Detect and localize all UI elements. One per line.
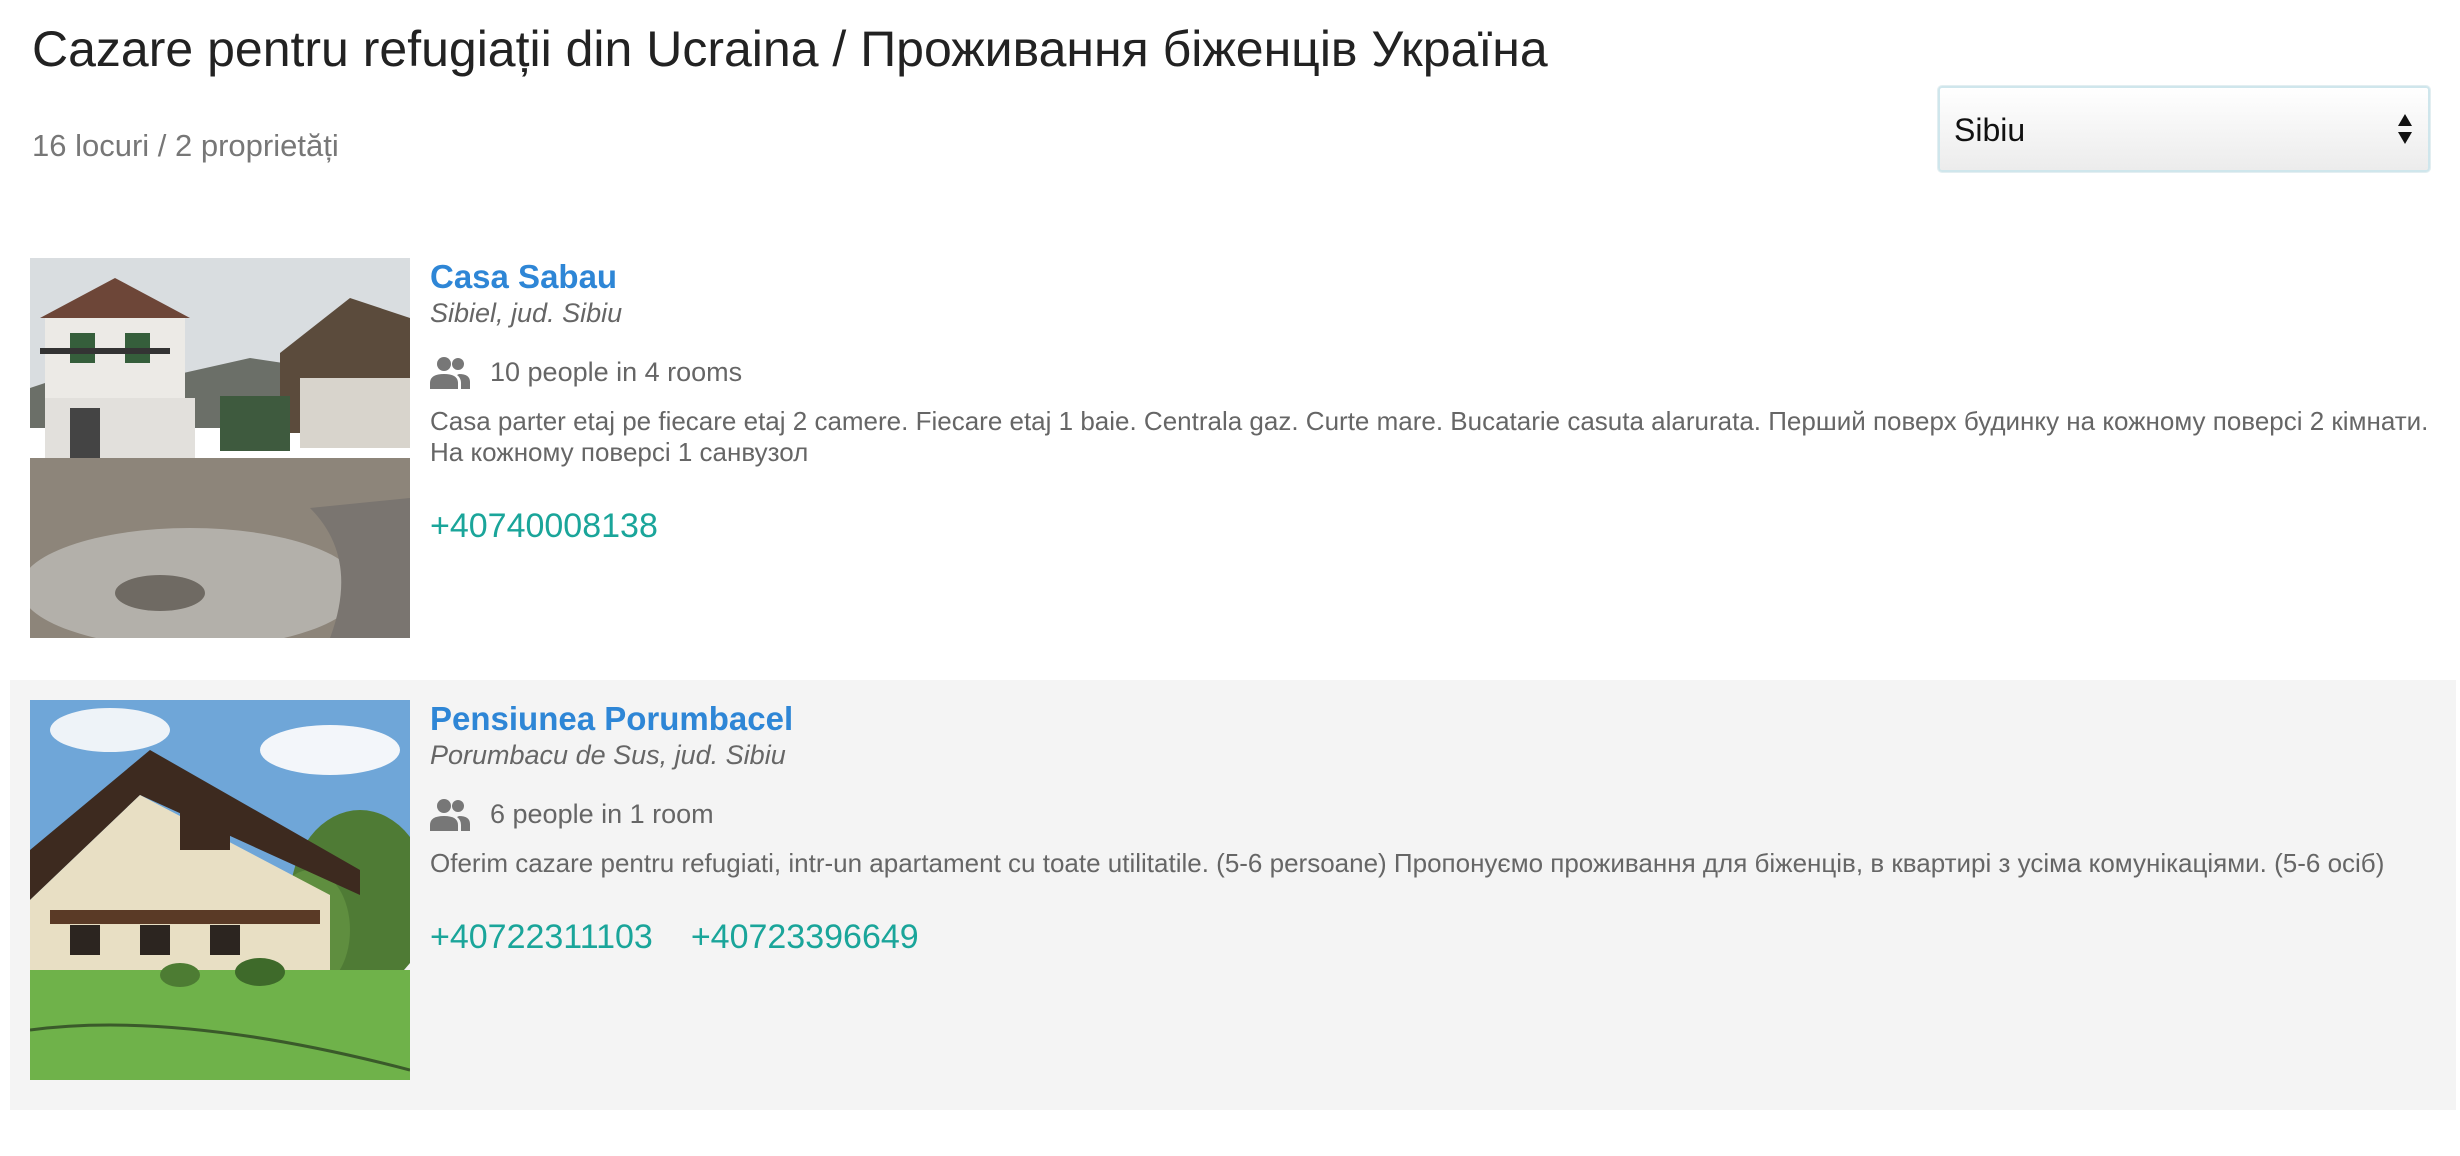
city-select[interactable]: Sibiu xyxy=(1938,86,2430,172)
select-arrows-icon xyxy=(2398,114,2412,148)
people-icon xyxy=(430,799,470,831)
phone-link[interactable]: +40722311103 xyxy=(430,917,653,957)
property-location: Sibiel, jud. Sibiu xyxy=(430,298,623,328)
capacity: 6 people in 1 room xyxy=(430,792,2436,836)
page: Cazare pentru refugiații din Ucraina / П… xyxy=(0,0,2460,1156)
property-name-link[interactable]: Pensiunea Porumbacel xyxy=(430,700,793,738)
people-icon xyxy=(430,357,470,389)
capacity: 10 people in 4 rooms xyxy=(430,350,2436,394)
property-description: Oferim cazare pentru refugiati, intr-un … xyxy=(430,848,2385,878)
phone-link[interactable]: +40740008138 xyxy=(430,506,658,546)
capacity-text: 10 people in 4 rooms xyxy=(490,356,743,387)
places-summary: 16 locuri / 2 proprietăți xyxy=(32,128,339,163)
property-location: Porumbacu de Sus, jud. Sibiu xyxy=(430,740,786,770)
capacity-text: 6 people in 1 room xyxy=(490,798,714,829)
phone-link[interactable]: +40723396649 xyxy=(691,917,919,957)
listing-info: Pensiunea Porumbacel Porumbacu de Sus, j… xyxy=(430,700,2436,957)
listing-card: Pensiunea Porumbacel Porumbacu de Sus, j… xyxy=(10,680,2456,1110)
listing-card: Casa Sabau Sibiel, jud. Sibiu 10 people … xyxy=(10,238,2456,658)
property-photo xyxy=(30,700,410,1080)
property-photo xyxy=(30,258,410,638)
phone-list: +40722311103 +40723396649 xyxy=(430,917,2436,957)
phone-list: +40740008138 xyxy=(430,506,2436,546)
property-name-link[interactable]: Casa Sabau xyxy=(430,258,617,296)
page-title: Cazare pentru refugiații din Ucraina / П… xyxy=(32,21,1548,77)
city-select-value: Sibiu xyxy=(1954,112,2026,148)
listing-info: Casa Sabau Sibiel, jud. Sibiu 10 people … xyxy=(430,258,2436,546)
property-description: Casa parter etaj pe fiecare etaj 2 camer… xyxy=(430,406,2429,467)
